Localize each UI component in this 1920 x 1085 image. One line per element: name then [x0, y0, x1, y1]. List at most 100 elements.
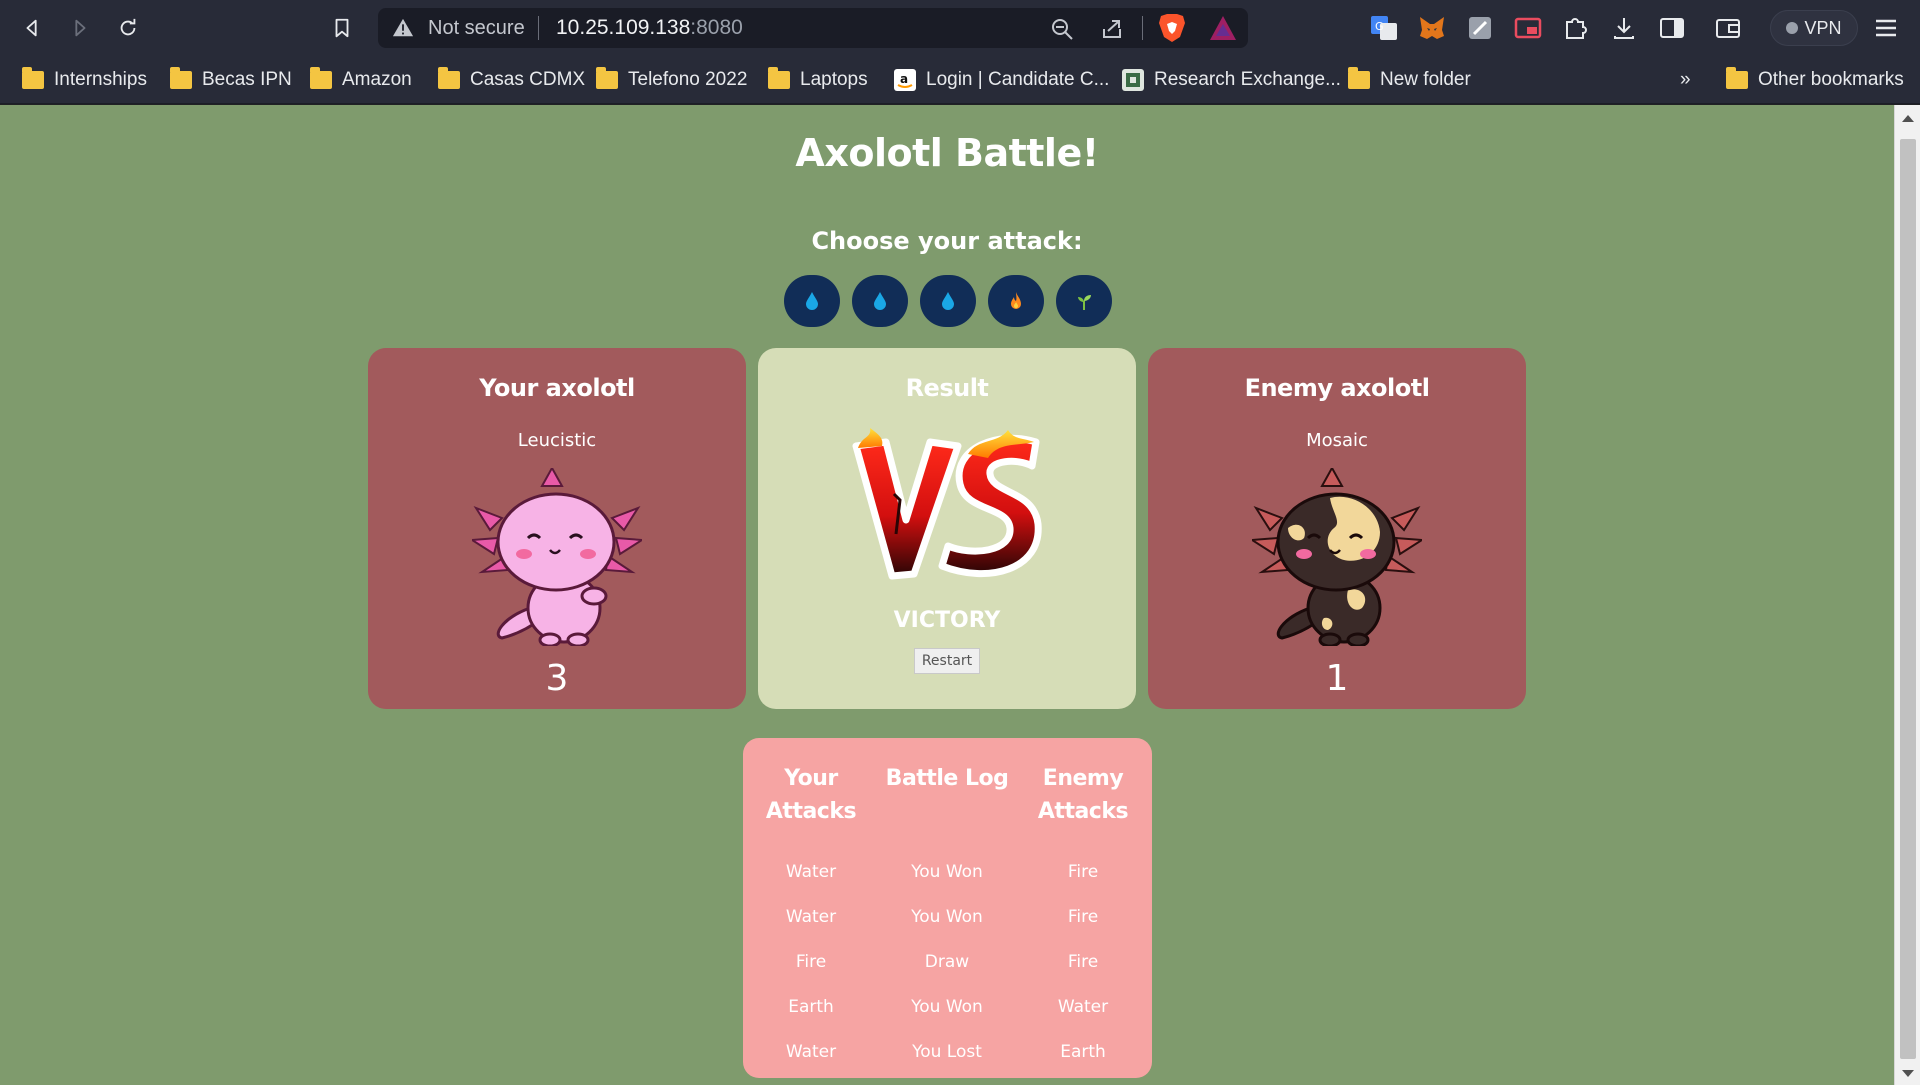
- vpn-button[interactable]: VPN: [1770, 10, 1858, 46]
- battle-log-heading: Battle Log: [885, 766, 1009, 791]
- zoom-icon[interactable]: [1050, 17, 1074, 41]
- folder-icon: [1348, 67, 1370, 89]
- leucistic-axolotl-image: [472, 468, 642, 646]
- enemy-axolotl-name: Mosaic: [1306, 430, 1368, 451]
- fire-attack-button[interactable]: [988, 275, 1044, 327]
- back-icon[interactable]: [16, 12, 48, 44]
- scroll-down-arrow-icon[interactable]: [1902, 1070, 1914, 1077]
- bookmark-research-exchange[interactable]: Research Exchange...: [1122, 66, 1341, 94]
- folder-icon: [596, 67, 618, 89]
- bookmark-new-folder[interactable]: New folder: [1348, 66, 1471, 94]
- other-bookmarks[interactable]: Other bookmarks: [1726, 66, 1904, 94]
- download-icon[interactable]: [1610, 14, 1638, 42]
- water-attack-button[interactable]: [920, 275, 976, 327]
- result-heading: Result: [905, 374, 989, 402]
- player-heading: Your axolotl: [479, 374, 635, 402]
- sprout-icon: [1078, 295, 1091, 310]
- warning-icon: [392, 18, 414, 37]
- notes-extension-icon[interactable]: [1466, 14, 1494, 42]
- rewards-triangle-icon[interactable]: [1208, 14, 1238, 42]
- water-drop-icon: [942, 292, 954, 310]
- extensions-puzzle-icon[interactable]: [1562, 14, 1590, 42]
- folder-icon: [1726, 67, 1748, 89]
- restart-button[interactable]: Restart: [914, 648, 980, 674]
- reload-icon[interactable]: [112, 12, 144, 44]
- bookmarks-overflow-button[interactable]: »: [1680, 66, 1691, 94]
- mosaic-axolotl-image: [1252, 468, 1422, 646]
- wallet-icon[interactable]: [1714, 14, 1742, 42]
- menu-icon[interactable]: [1872, 14, 1900, 42]
- svg-text:a: a: [900, 72, 908, 86]
- bookmark-label: Internships: [54, 69, 147, 90]
- bookmark-label: New folder: [1380, 69, 1471, 90]
- bookmark-label: Telefono 2022: [628, 69, 748, 90]
- folder-icon: [22, 67, 44, 89]
- bookmark-internships[interactable]: Internships: [22, 66, 147, 94]
- enemy-attack-cell: Water: [1057, 997, 1109, 1017]
- enemy-heading: Enemy axolotl: [1244, 374, 1430, 402]
- scrollbar-thumb[interactable]: [1900, 139, 1916, 1059]
- water-drop-icon: [874, 292, 886, 310]
- bookmark-label: Amazon: [342, 69, 412, 90]
- game-page: Axolotl Battle! Choose your attack: Your…: [0, 105, 1894, 1085]
- folder-icon: [768, 67, 790, 89]
- bookmark-label: Laptops: [800, 69, 868, 90]
- browser-toolbar: Not secure 10.25.109.138:8080 G VPN: [0, 0, 1920, 56]
- amazon-favicon-icon: a: [894, 69, 916, 91]
- battle-log-panel: Your Attacks Water Water Fire Earth Wate…: [743, 738, 1152, 1078]
- battle-log-cell: You Won: [911, 907, 983, 927]
- bookmark-icon[interactable]: [326, 12, 358, 44]
- address-divider: [538, 16, 539, 40]
- your-attack-cell: Water: [785, 862, 837, 882]
- battle-log-column: Battle Log You Won You Won Draw You Won …: [879, 738, 1015, 1075]
- bookmark-laptops[interactable]: Laptops: [768, 66, 868, 94]
- enemy-attack-cell: Fire: [1067, 952, 1099, 972]
- bookmark-telefono-2022[interactable]: Telefono 2022: [596, 66, 747, 94]
- url-host: 10.25.109.138: [556, 16, 691, 39]
- result-card: Result VICTORY Restart: [758, 348, 1136, 709]
- attack-buttons: [784, 275, 1112, 327]
- bookmark-casas-cdmx[interactable]: Casas CDMX: [438, 66, 585, 94]
- brave-shield-icon[interactable]: [1158, 13, 1186, 43]
- enemy-attacks-heading: Enemy Attacks: [1037, 766, 1129, 824]
- vpn-label: VPN: [1804, 17, 1842, 38]
- player-card: Your axolotl Leucistic 3: [368, 348, 746, 709]
- battle-log-cell: Draw: [924, 952, 970, 972]
- bookmark-amazon[interactable]: Amazon: [310, 66, 412, 94]
- choose-attack-label: Choose your attack:: [811, 227, 1083, 255]
- svg-text:G: G: [1375, 20, 1384, 33]
- water-attack-button[interactable]: [784, 275, 840, 327]
- bookmark-label: Casas CDMX: [470, 69, 586, 90]
- earth-attack-button[interactable]: [1056, 275, 1112, 327]
- your-attack-cell: Water: [785, 1042, 837, 1062]
- address-bar[interactable]: Not secure 10.25.109.138:8080: [378, 8, 1248, 48]
- site-favicon-icon: [1122, 69, 1144, 91]
- fire-icon: [1011, 292, 1021, 309]
- water-attack-button[interactable]: [852, 275, 908, 327]
- bookmark-label: Login | Candidate C...: [926, 69, 1110, 90]
- bookmark-becas-ipn[interactable]: Becas IPN: [170, 66, 292, 94]
- bookmark-label: Research Exchange...: [1154, 69, 1341, 90]
- scroll-up-arrow-icon[interactable]: [1902, 115, 1914, 122]
- sidebar-icon[interactable]: [1658, 14, 1686, 42]
- bookmark-login-candidate[interactable]: a Login | Candidate C...: [894, 66, 1109, 94]
- enemy-attacks-column: Enemy Attacks Fire Fire Fire Water Earth: [1015, 738, 1151, 1075]
- game-title: Axolotl Battle!: [795, 131, 1099, 175]
- url-text[interactable]: 10.25.109.138:8080: [556, 16, 743, 40]
- folder-icon: [438, 67, 460, 89]
- translate-extension-icon[interactable]: G: [1370, 14, 1398, 42]
- result-message: VICTORY: [893, 608, 1001, 633]
- forward-icon[interactable]: [64, 12, 96, 44]
- bookmark-label: Becas IPN: [202, 69, 292, 90]
- security-label[interactable]: Not secure: [428, 17, 525, 40]
- picture-in-picture-icon[interactable]: [1514, 14, 1542, 42]
- water-drop-icon: [806, 292, 818, 310]
- battle-log-cell: You Won: [911, 862, 983, 882]
- page-scrollbar[interactable]: [1894, 105, 1920, 1085]
- other-bookmarks-label: Other bookmarks: [1758, 69, 1904, 90]
- versus-logo-image: [852, 428, 1042, 580]
- battle-log-cell: You Lost: [912, 1042, 982, 1062]
- your-attacks-column: Your Attacks Water Water Fire Earth Wate…: [743, 738, 879, 1075]
- metamask-fox-icon[interactable]: [1418, 14, 1446, 42]
- share-icon[interactable]: [1100, 17, 1124, 41]
